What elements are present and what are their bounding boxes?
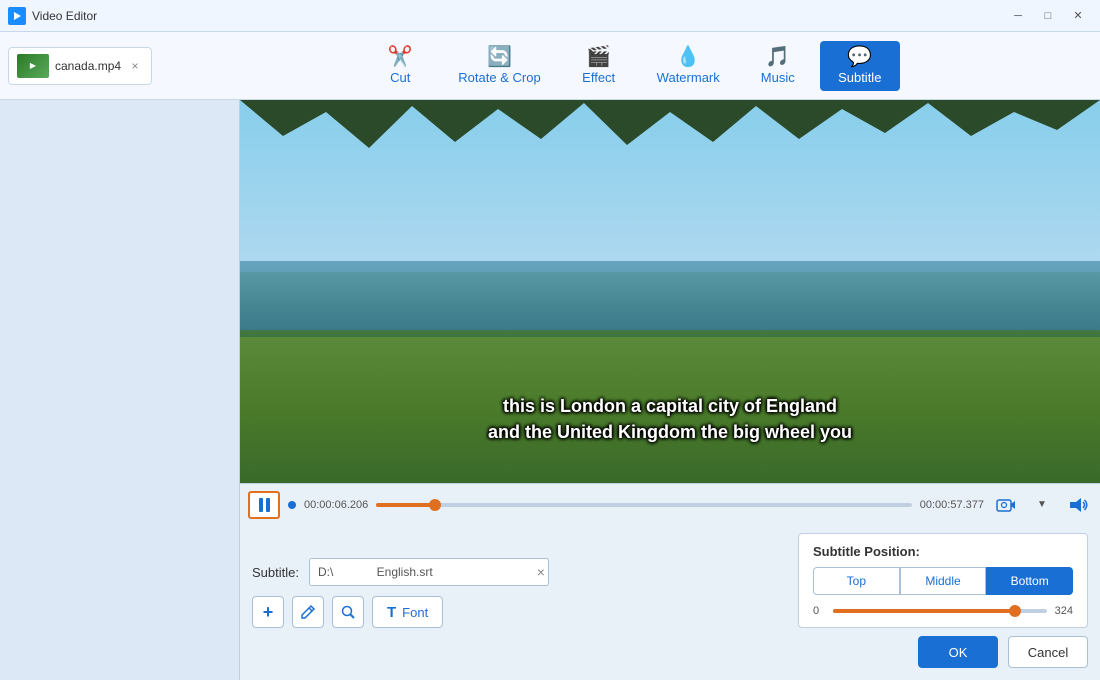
tab-watermark[interactable]: 💧 Watermark — [641, 41, 736, 91]
controls-area: Subtitle: × + — [240, 525, 1100, 680]
subtitle-input-wrap: × — [309, 558, 549, 586]
pause-icon — [259, 498, 270, 512]
position-top-button[interactable]: Top — [813, 567, 900, 595]
position-buttons: Top Middle Bottom — [813, 567, 1073, 595]
camera-button[interactable] — [992, 491, 1020, 519]
effect-icon: 🎬 — [586, 47, 611, 67]
cancel-button[interactable]: Cancel — [1008, 636, 1088, 668]
subtitle-line1: this is London a capital city of England — [260, 394, 1080, 419]
time-current: 00:00:06.206 — [304, 499, 368, 511]
volume-button[interactable] — [1064, 491, 1092, 519]
app-icon — [8, 7, 26, 25]
subtitle-label: Subtitle: — [252, 565, 299, 580]
tab-cut[interactable]: ✂️ Cut — [360, 41, 440, 91]
subtitle-file-input[interactable] — [309, 558, 549, 586]
position-middle-button[interactable]: Middle — [900, 567, 987, 595]
trees-top — [240, 100, 1100, 160]
file-thumbnail: ▶ — [17, 54, 49, 78]
file-close-button[interactable]: × — [127, 58, 143, 74]
rotate-icon: 🔄 — [487, 47, 512, 67]
search-subtitle-button[interactable] — [332, 596, 364, 628]
ok-button[interactable]: OK — [918, 636, 998, 668]
tab-subtitle[interactable]: 💬 Subtitle — [820, 41, 900, 91]
slider-max-value: 324 — [1055, 605, 1073, 617]
video-frame: this is London a capital city of England… — [240, 100, 1100, 483]
position-panel: Subtitle Position: Top Middle Bottom 0 — [798, 533, 1088, 628]
music-icon: 🎵 — [765, 47, 790, 67]
tab-rotate[interactable]: 🔄 Rotate & Crop — [442, 41, 556, 91]
tab-music[interactable]: 🎵 Music — [738, 41, 818, 91]
playback-controls: 00:00:06.206 00:00:57.377 ▼ — [240, 483, 1100, 525]
tab-music-label: Music — [761, 70, 795, 85]
position-slider-fill — [833, 609, 1015, 613]
sky-layer — [240, 100, 1100, 272]
tool-tabs: ✂️ Cut 🔄 Rotate & Crop 🎬 Effect 💧 Waterm… — [168, 41, 1092, 91]
action-buttons-row: OK Cancel — [252, 636, 1088, 668]
window-controls: ─ □ ✕ — [1004, 6, 1092, 26]
main-content: this is London a capital city of England… — [0, 100, 1100, 680]
camera-dropdown-button[interactable]: ▼ — [1028, 491, 1056, 519]
close-button[interactable]: ✕ — [1064, 6, 1092, 26]
cut-icon: ✂️ — [388, 47, 413, 67]
font-button[interactable]: T Font — [372, 596, 443, 628]
pause-bar-right — [266, 498, 270, 512]
tab-rotate-label: Rotate & Crop — [458, 70, 540, 85]
video-scene: this is London a capital city of England… — [240, 100, 1100, 483]
subtitle-icon: 💬 — [847, 47, 872, 67]
time-total: 00:00:57.377 — [920, 499, 984, 511]
tab-effect-label: Effect — [582, 70, 615, 85]
subtitle-row: Subtitle: × — [252, 558, 549, 586]
title-bar: Video Editor ─ □ ✕ — [0, 0, 1100, 32]
slider-min-value: 0 — [813, 605, 825, 617]
file-tab: ▶ canada.mp4 × — [8, 47, 152, 85]
tab-effect[interactable]: 🎬 Effect — [559, 41, 639, 91]
font-label: Font — [402, 605, 428, 620]
progress-track[interactable] — [376, 503, 912, 507]
subtitle-section: Subtitle: × + — [252, 558, 549, 628]
tab-bar: ▶ canada.mp4 × ✂️ Cut 🔄 Rotate & Crop 🎬 … — [0, 32, 1100, 100]
window-title: Video Editor — [32, 9, 1004, 23]
left-panel — [0, 100, 240, 680]
position-title: Subtitle Position: — [813, 544, 1073, 559]
position-slider-row: 0 324 — [813, 605, 1073, 617]
file-name: canada.mp4 — [55, 59, 121, 73]
watermark-icon: 💧 — [676, 47, 701, 67]
position-slider-thumb — [1009, 605, 1021, 617]
add-subtitle-button[interactable]: + — [252, 596, 284, 628]
pause-bar-left — [259, 498, 263, 512]
maximize-button[interactable]: □ — [1034, 6, 1062, 26]
position-bottom-button[interactable]: Bottom — [986, 567, 1073, 595]
subtitle-clear-button[interactable]: × — [537, 564, 545, 580]
position-slider[interactable] — [833, 609, 1047, 613]
bottom-section: Subtitle: × + — [252, 533, 1088, 628]
subtitle-line2: and the United Kingdom the big wheel you — [260, 420, 1080, 445]
edit-subtitle-button[interactable] — [292, 596, 324, 628]
tab-cut-label: Cut — [390, 70, 410, 85]
tab-subtitle-label: Subtitle — [838, 70, 881, 85]
progress-thumb — [429, 499, 441, 511]
subtitle-controls: + — [252, 596, 549, 628]
water-layer — [240, 261, 1100, 330]
minimize-button[interactable]: ─ — [1004, 6, 1032, 26]
progress-dot — [288, 501, 296, 509]
tab-watermark-label: Watermark — [657, 70, 720, 85]
play-pause-button[interactable] — [248, 491, 280, 519]
video-area: this is London a capital city of England… — [240, 100, 1100, 680]
font-icon: T — [387, 604, 396, 621]
subtitle-overlay: this is London a capital city of England… — [240, 394, 1100, 444]
progress-fill — [376, 503, 435, 507]
